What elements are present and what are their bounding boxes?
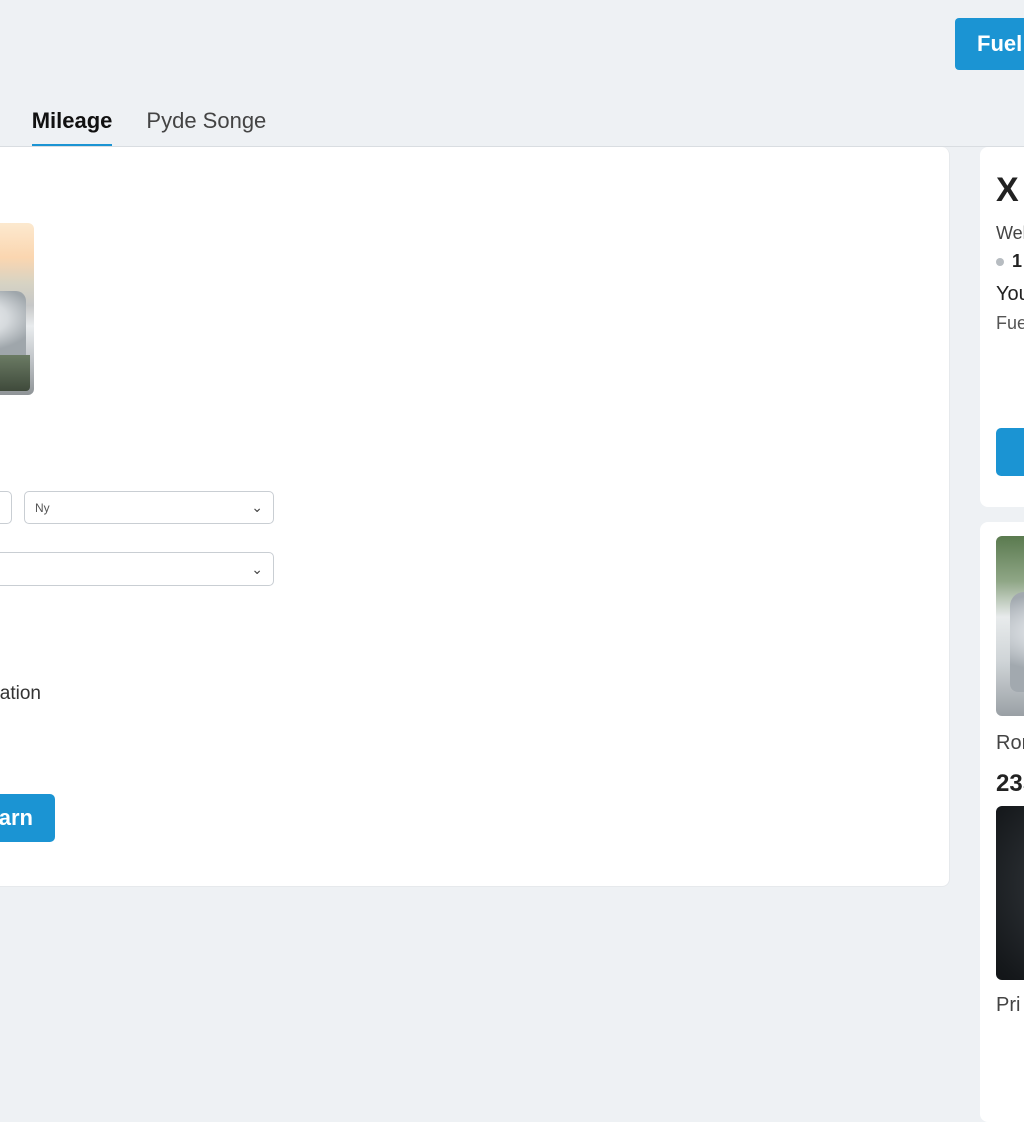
option-list: 5 llivids nain Mat ome Pls otation — [0, 606, 41, 711]
side-text: Wel — [996, 223, 1024, 244]
side-text: You — [996, 283, 1024, 306]
listing-photo-1[interactable] — [996, 536, 1024, 716]
fuel-button[interactable]: Fuel — [955, 18, 1024, 70]
chevron-down-icon: ⌄ — [251, 561, 263, 578]
chevron-down-icon: ⌄ — [0, 499, 1, 516]
listing-title: Pri — [996, 994, 1020, 1017]
listing-title: Ron — [996, 732, 1024, 755]
listing-price: 235 — [996, 770, 1024, 798]
tab-mileage[interactable]: Mileage — [32, 108, 113, 147]
fuel-button-label: Fuel — [977, 31, 1022, 57]
side-stat: 1 — [996, 251, 1022, 272]
option-item[interactable]: nain Mat — [0, 641, 41, 676]
option-item[interactable]: ome Pls otation — [0, 676, 41, 711]
side-summary-card: X Wel 1 You Fuel — [980, 147, 1024, 507]
option-item[interactable]: 5 llivids — [0, 606, 41, 641]
filter-dropdown-3[interactable]: ⌄ — [0, 552, 274, 586]
learn-button[interactable]: arn — [0, 794, 55, 842]
filter-dropdown-1[interactable]: ⌄ — [0, 491, 12, 524]
learn-button-label: arn — [0, 805, 33, 831]
tab-label: Mileage — [32, 108, 113, 133]
side-title: X — [996, 171, 1019, 210]
tab-bar: gues Mileage Pyde Songe — [0, 108, 266, 147]
listing-photo-2[interactable] — [996, 806, 1024, 980]
side-text: Fuel — [996, 313, 1024, 334]
tab-pyde-songe[interactable]: Pyde Songe — [146, 108, 266, 147]
vehicle-photo-thumbnail[interactable] — [0, 223, 34, 395]
tab-label: Pyde Songe — [146, 108, 266, 133]
side-action-button[interactable] — [996, 428, 1024, 476]
filter-dropdown-2[interactable]: Ny ⌄ — [24, 491, 274, 524]
side-listing-card: Ron 235 Pri — [980, 522, 1024, 1122]
dropdown-value: Ny — [35, 501, 50, 515]
chevron-down-icon: ⌄ — [251, 499, 263, 516]
